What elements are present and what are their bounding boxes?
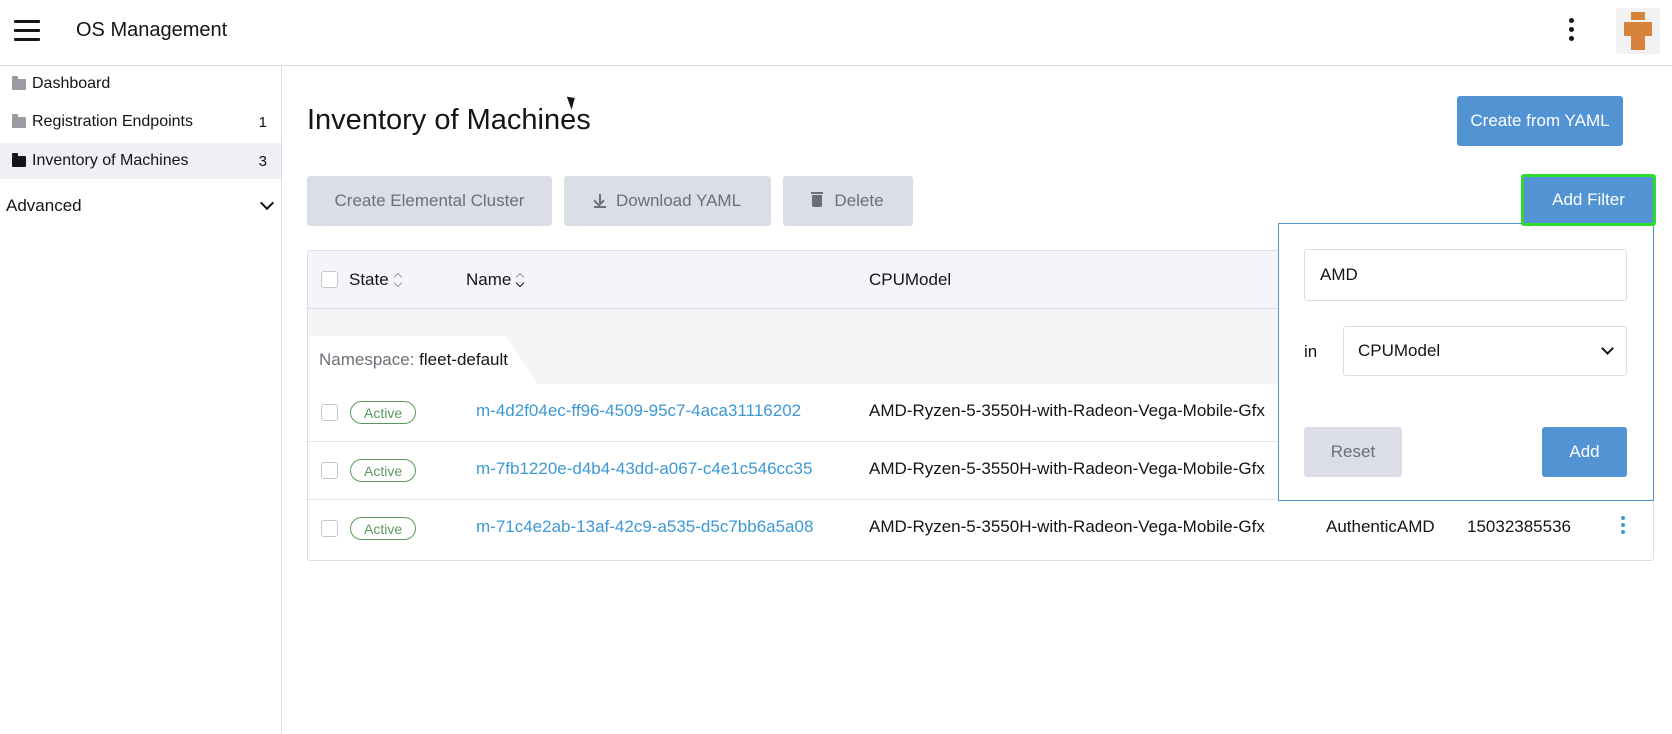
- sidebar-item-count: 1: [258, 113, 267, 131]
- filter-reset-button[interactable]: Reset: [1304, 427, 1402, 477]
- sidebar-item-count: 3: [258, 152, 267, 170]
- download-yaml-button[interactable]: Download YAML: [564, 176, 771, 226]
- cpu-model-cell: AMD-Ryzen-5-3550H-with-Radeon-Vega-Mobil…: [869, 401, 1265, 420]
- trash-icon: [811, 192, 824, 207]
- filter-popover: in CPUModel Reset Add: [1278, 223, 1654, 501]
- column-header-cpumodel[interactable]: CPUModel: [869, 270, 951, 290]
- delete-button[interactable]: Delete: [783, 176, 913, 226]
- kebab-icon[interactable]: [1564, 18, 1578, 46]
- filter-field-select[interactable]: CPUModel: [1343, 326, 1627, 376]
- status-badge: Active: [350, 459, 417, 482]
- row-checkbox[interactable]: [321, 520, 338, 537]
- hamburger-icon[interactable]: [14, 20, 40, 42]
- row-checkbox[interactable]: [321, 404, 338, 421]
- sidebar-group-advanced[interactable]: Advanced: [6, 192, 276, 220]
- sidebar-item-label: Inventory of Machines: [32, 152, 189, 169]
- top-header: OS Management: [0, 0, 1672, 66]
- chevron-down-icon: [259, 195, 275, 211]
- column-header-name[interactable]: Name: [466, 270, 525, 290]
- row-checkbox[interactable]: [321, 462, 338, 479]
- delete-label: Delete: [834, 191, 884, 210]
- machine-name-link[interactable]: m-71c4e2ab-13af-42c9-a535-d5c7bb6a5a08: [476, 517, 813, 537]
- sidebar-item-registration-endpoints[interactable]: Registration Endpoints 1: [0, 104, 281, 140]
- row-actions-icon[interactable]: [1618, 516, 1628, 538]
- chevron-down-icon: [1601, 342, 1614, 355]
- status-badge: Active: [350, 517, 417, 540]
- namespace-value: fleet-default: [419, 350, 509, 369]
- column-header-label: Name: [466, 270, 512, 289]
- sidebar-item-label: Registration Endpoints: [32, 113, 193, 130]
- avatar[interactable]: [1616, 8, 1660, 54]
- create-elemental-cluster-button[interactable]: Create Elemental Cluster: [307, 176, 552, 226]
- create-from-yaml-button[interactable]: Create from YAML: [1457, 96, 1623, 146]
- filter-field-value: CPUModel: [1358, 341, 1441, 360]
- sidebar: Dashboard Registration Endpoints 1 Inven…: [0, 66, 282, 734]
- sort-icon: [393, 272, 403, 288]
- filter-in-label: in: [1304, 342, 1318, 361]
- machine-name-link[interactable]: m-4d2f04ec-ff96-4509-95c7-4aca31116202: [476, 401, 801, 421]
- sort-icon: [515, 272, 525, 288]
- column-header-state[interactable]: State: [349, 270, 403, 290]
- app-title: OS Management: [76, 19, 228, 41]
- sidebar-item-label: Dashboard: [32, 75, 111, 92]
- folder-icon: [12, 113, 26, 128]
- sidebar-item-inventory-of-machines[interactable]: Inventory of Machines 3: [0, 143, 281, 179]
- cpu-model-cell: AMD-Ryzen-5-3550H-with-Radeon-Vega-Mobil…: [869, 459, 1265, 478]
- status-badge: Active: [350, 401, 417, 424]
- column-header-label: CPUModel: [869, 270, 952, 289]
- filter-value-input[interactable]: [1304, 249, 1627, 301]
- add-filter-button[interactable]: Add Filter: [1521, 174, 1656, 226]
- machine-name-link[interactable]: m-7fb1220e-d4b4-43dd-a067-c4e1c546cc35: [476, 459, 812, 479]
- namespace-prefix: Namespace:: [319, 350, 415, 369]
- namespace-label: Namespace: fleet-default: [319, 350, 508, 370]
- memory-cell: 15032385536: [1467, 517, 1572, 536]
- cpu-model-cell: AMD-Ryzen-5-3550H-with-Radeon-Vega-Mobil…: [869, 517, 1265, 536]
- folder-icon: [12, 152, 26, 167]
- page-title: Inventory of Machines: [307, 104, 591, 136]
- download-yaml-label: Download YAML: [615, 191, 742, 210]
- sidebar-group-label: Advanced: [6, 196, 82, 215]
- table-row: Active m-71c4e2ab-13af-42c9-a535-d5c7bb6…: [308, 500, 1653, 558]
- sidebar-item-dashboard[interactable]: Dashboard: [0, 66, 281, 102]
- cpu-vendor-cell: AuthenticAMD: [1326, 517, 1435, 536]
- filter-add-button[interactable]: Add: [1542, 427, 1627, 477]
- select-all-checkbox[interactable]: [321, 271, 338, 288]
- folder-icon: [12, 75, 26, 90]
- column-header-label: State: [349, 270, 389, 289]
- download-icon: [593, 194, 606, 208]
